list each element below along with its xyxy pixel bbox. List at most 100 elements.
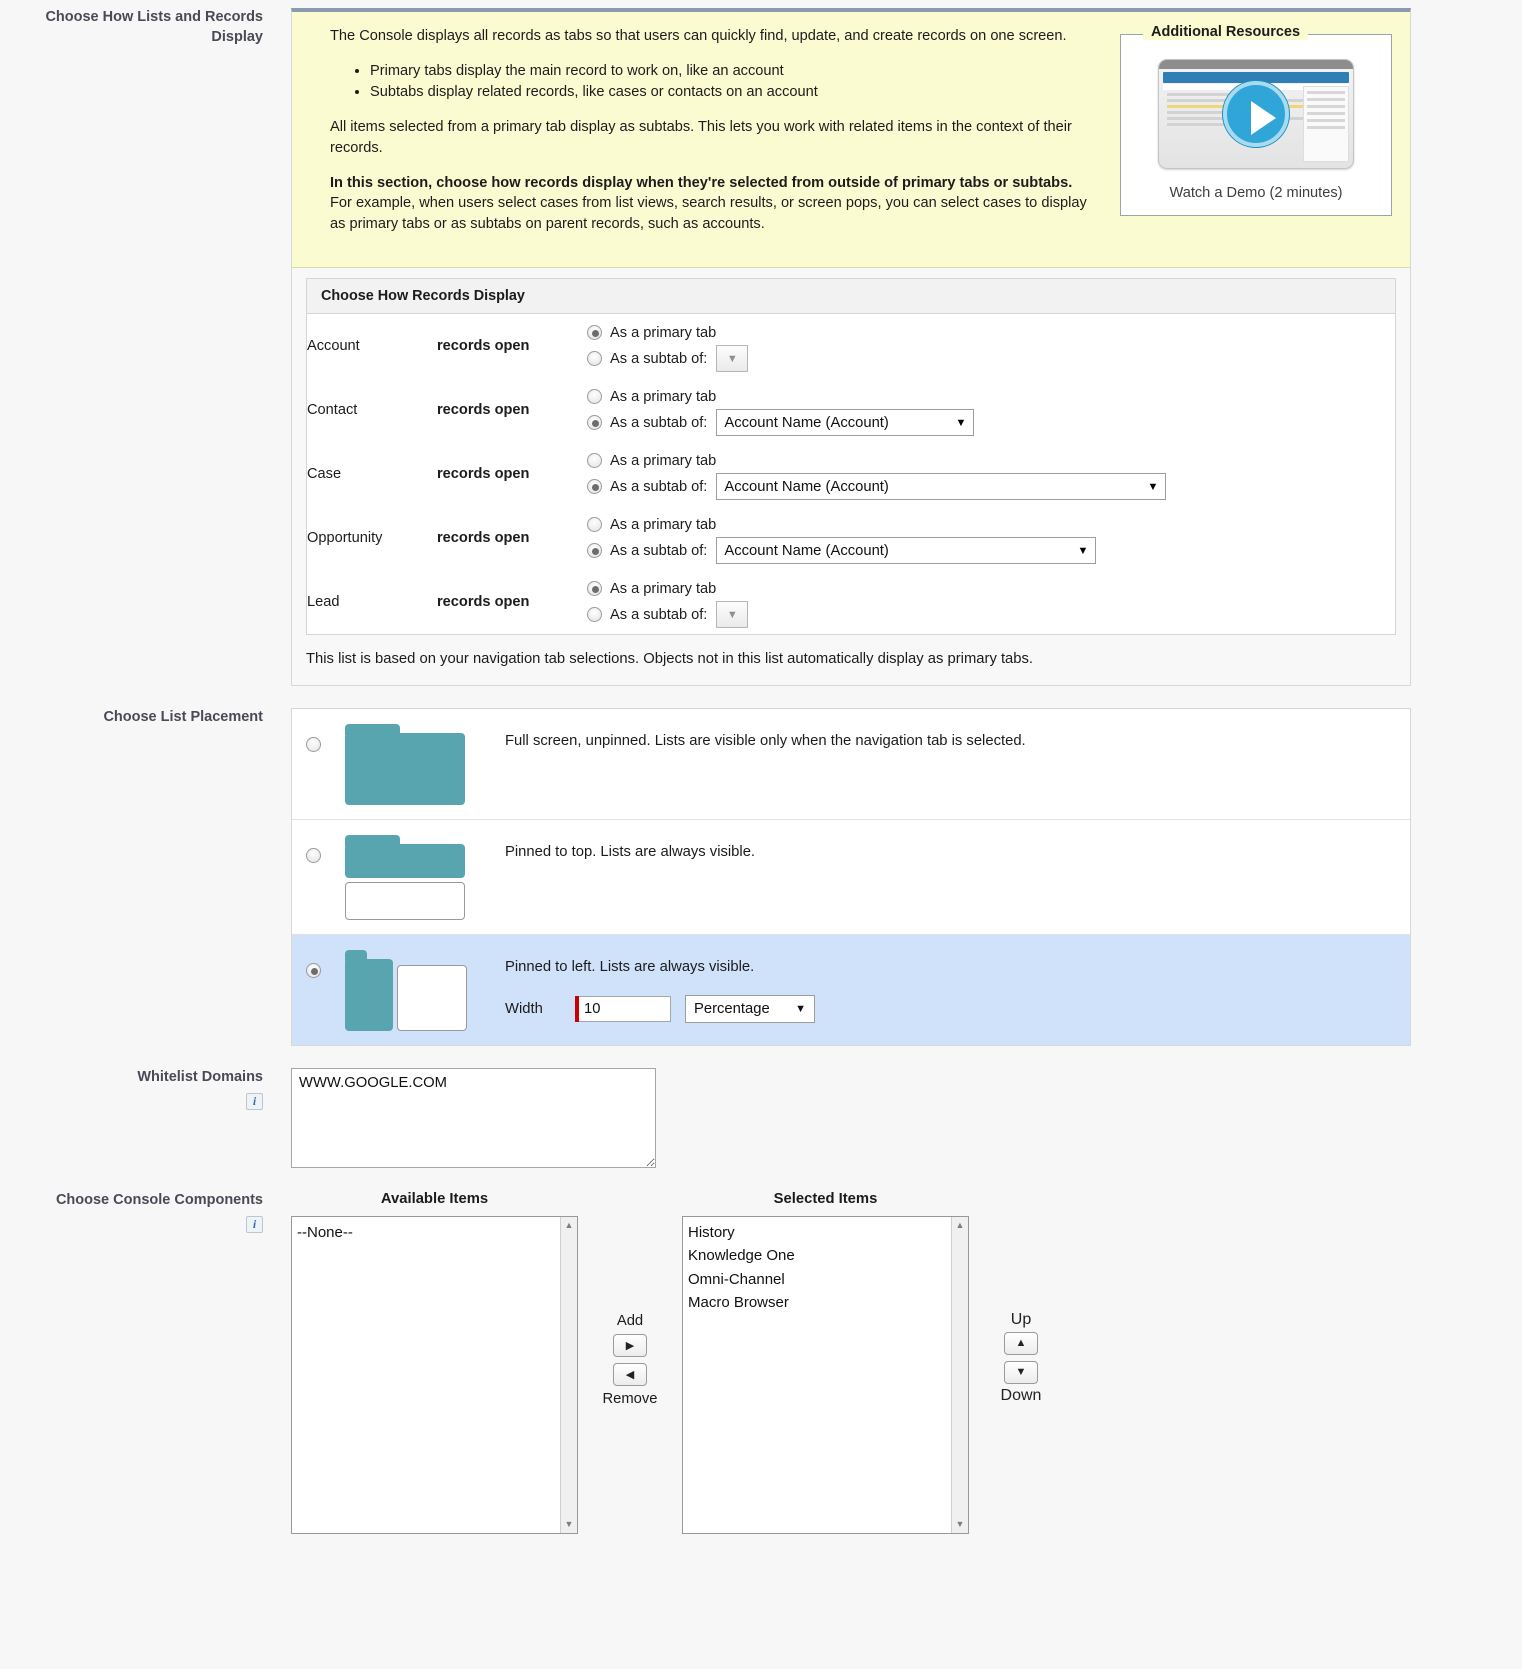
demo-video-thumbnail[interactable] bbox=[1158, 59, 1354, 169]
radio-primary-account[interactable] bbox=[587, 325, 602, 341]
info-icon[interactable]: i bbox=[246, 1093, 263, 1111]
subtab-parent-select-lead[interactable]: ▼ bbox=[716, 601, 749, 629]
add-button[interactable]: ▶ bbox=[613, 1333, 647, 1357]
radio-subtab-case[interactable] bbox=[587, 479, 602, 495]
radio-primary-lead[interactable] bbox=[587, 581, 602, 597]
placement-glyph-pinned-left bbox=[345, 949, 505, 1031]
placement-label-pinned-top: Pinned to top. Lists are always visible. bbox=[505, 843, 756, 860]
record-object-name: Case bbox=[307, 465, 342, 482]
table-row: Account records open As a primary tab As… bbox=[307, 314, 1395, 378]
primary-tab-option-contact[interactable]: As a primary tab bbox=[587, 384, 1395, 410]
additional-resources-box: Additional Resources Watch a Demo (2 min… bbox=[1120, 24, 1392, 216]
add-remove-controls: Add ▶ ◀ Remove bbox=[578, 1191, 682, 1409]
selected-items-scrollbar[interactable]: ▲ ▼ bbox=[951, 1216, 968, 1533]
list-item[interactable]: History bbox=[688, 1221, 963, 1245]
subtab-parent-select-case[interactable]: Account Name (Account) ▼ bbox=[716, 473, 1167, 501]
list-item[interactable]: --None-- bbox=[297, 1221, 572, 1245]
subtab-parent-select-opportunity[interactable]: Account Name (Account) ▼ bbox=[716, 537, 1097, 565]
selected-items-listbox[interactable]: History Knowledge One Omni-Channel Macro… bbox=[682, 1215, 969, 1534]
radio-primary-contact[interactable] bbox=[587, 389, 602, 405]
help-para-3: In this section, choose how records disp… bbox=[330, 173, 1090, 235]
info-icon[interactable]: i bbox=[246, 1216, 263, 1234]
play-icon[interactable] bbox=[1223, 81, 1289, 147]
selected-items-title: Selected Items bbox=[773, 1190, 878, 1207]
move-up-button[interactable]: ▲ bbox=[1004, 1331, 1038, 1355]
records-open-label: records open bbox=[437, 593, 530, 610]
scroll-down-icon[interactable]: ▼ bbox=[561, 1516, 577, 1533]
width-setting-row: Width Percentage ▼ bbox=[505, 994, 1410, 1023]
radio-subtab-account[interactable] bbox=[587, 351, 602, 367]
radio-subtab-opportunity[interactable] bbox=[587, 543, 602, 559]
subtab-parent-select-account[interactable]: ▼ bbox=[716, 345, 749, 373]
primary-tab-option-lead[interactable]: As a primary tab bbox=[587, 576, 1395, 602]
down-label: Down bbox=[1000, 1386, 1042, 1404]
primary-tab-option-account[interactable]: As a primary tab bbox=[587, 320, 1395, 346]
primary-tab-option-opportunity[interactable]: As a primary tab bbox=[587, 512, 1395, 538]
pinned-left-glyph bbox=[345, 949, 505, 1031]
scroll-down-icon[interactable]: ▼ bbox=[952, 1516, 968, 1533]
section-list-placement: Choose List Placement Full screen, unpin… bbox=[0, 707, 1522, 1046]
thumb-sidebar-line bbox=[1307, 126, 1345, 129]
remove-button[interactable]: ◀ bbox=[613, 1362, 647, 1386]
arrow-left-icon: ◀ bbox=[625, 1368, 635, 1381]
subtab-option-contact[interactable]: As a subtab of: Account Name (Account) ▼ bbox=[587, 409, 1395, 437]
record-object-name: Lead bbox=[307, 593, 340, 610]
radio-placement-full-screen[interactable] bbox=[306, 736, 321, 752]
radio-primary-opportunity[interactable] bbox=[587, 517, 602, 533]
record-options-cell: As a primary tab As a subtab of: ▼ bbox=[587, 314, 1395, 378]
help-bullet-list: Primary tabs display the main record to … bbox=[330, 61, 1090, 103]
whitelist-domains-input[interactable]: WWW.GOOGLE.COM bbox=[291, 1067, 656, 1168]
subtab-option-account[interactable]: As a subtab of: ▼ bbox=[587, 345, 1395, 373]
table-row: Contact records open As a primary tab As… bbox=[307, 378, 1395, 442]
placement-label-full-screen: Full screen, unpinned. Lists are visible… bbox=[505, 732, 1026, 749]
watch-demo-label[interactable]: Watch a Demo (2 minutes) bbox=[1131, 185, 1381, 201]
placement-option-pinned-left[interactable]: Pinned to left. Lists are always visible… bbox=[292, 934, 1410, 1045]
subtab-label: As a subtab of: bbox=[610, 350, 708, 367]
lists-records-panel: The Console displays all records as tabs… bbox=[291, 8, 1411, 686]
remove-label: Remove bbox=[602, 1390, 658, 1407]
section-label-lists-records: Choose How Lists and Records Display bbox=[0, 8, 275, 47]
section-label-list-placement: Choose List Placement bbox=[0, 708, 275, 728]
available-items-listbox[interactable]: --None-- ▲ ▼ bbox=[291, 1215, 578, 1534]
subtab-option-case[interactable]: As a subtab of: Account Name (Account) ▼ bbox=[587, 473, 1395, 501]
records-display-table: Choose How Records Display Account recor… bbox=[306, 277, 1396, 635]
list-item[interactable]: Knowledge One bbox=[688, 1244, 963, 1268]
available-items-scrollbar[interactable]: ▲ ▼ bbox=[560, 1216, 577, 1533]
subtab-label: As a subtab of: bbox=[610, 542, 708, 559]
chevron-down-icon: ▼ bbox=[726, 352, 738, 365]
chevron-down-icon: ▼ bbox=[1147, 480, 1159, 493]
primary-tab-label: As a primary tab bbox=[610, 580, 717, 597]
help-bullet: Subtabs display related records, like ca… bbox=[370, 82, 1090, 103]
list-item[interactable]: Omni-Channel bbox=[688, 1268, 963, 1292]
subtab-option-opportunity[interactable]: As a subtab of: Account Name (Account) ▼ bbox=[587, 537, 1395, 565]
section-label-console-components: Choose Console Components i bbox=[0, 1191, 275, 1235]
width-input[interactable] bbox=[579, 995, 671, 1022]
placement-option-pinned-top[interactable]: Pinned to top. Lists are always visible. bbox=[292, 820, 1410, 935]
panel-icon bbox=[397, 964, 467, 1031]
records-open-label: records open bbox=[437, 337, 530, 354]
list-placement-options: Full screen, unpinned. Lists are visible… bbox=[291, 707, 1411, 1046]
scroll-up-icon[interactable]: ▲ bbox=[952, 1217, 968, 1234]
radio-placement-pinned-top[interactable] bbox=[306, 847, 321, 863]
move-down-button[interactable]: ▼ bbox=[1004, 1360, 1038, 1384]
subtab-option-lead[interactable]: As a subtab of: ▼ bbox=[587, 601, 1395, 629]
section-label-whitelist: Whitelist Domains i bbox=[0, 1068, 275, 1112]
panel-icon bbox=[345, 881, 465, 920]
radio-primary-case[interactable] bbox=[587, 453, 602, 469]
help-bullet: Primary tabs display the main record to … bbox=[370, 61, 1090, 82]
placement-option-full-screen[interactable]: Full screen, unpinned. Lists are visible… bbox=[292, 709, 1410, 820]
list-item[interactable]: Macro Browser bbox=[688, 1291, 963, 1315]
subtab-parent-select-contact[interactable]: Account Name (Account) ▼ bbox=[716, 409, 975, 437]
primary-tab-label: As a primary tab bbox=[610, 452, 717, 469]
radio-subtab-lead[interactable] bbox=[587, 607, 602, 623]
primary-tab-option-case[interactable]: As a primary tab bbox=[587, 448, 1395, 474]
help-text: The Console displays all records as tabs… bbox=[330, 26, 1090, 249]
subtab-label: As a subtab of: bbox=[610, 478, 708, 495]
section-label-text: Choose How Lists and Records Display bbox=[45, 9, 263, 45]
radio-placement-pinned-left[interactable] bbox=[306, 962, 321, 978]
radio-subtab-contact[interactable] bbox=[587, 415, 602, 431]
record-options-cell: As a primary tab As a subtab of: Account… bbox=[587, 442, 1395, 506]
scroll-up-icon[interactable]: ▲ bbox=[561, 1217, 577, 1234]
width-unit-select[interactable]: Percentage ▼ bbox=[685, 994, 815, 1023]
help-para-2: All items selected from a primary tab di… bbox=[330, 119, 1072, 156]
